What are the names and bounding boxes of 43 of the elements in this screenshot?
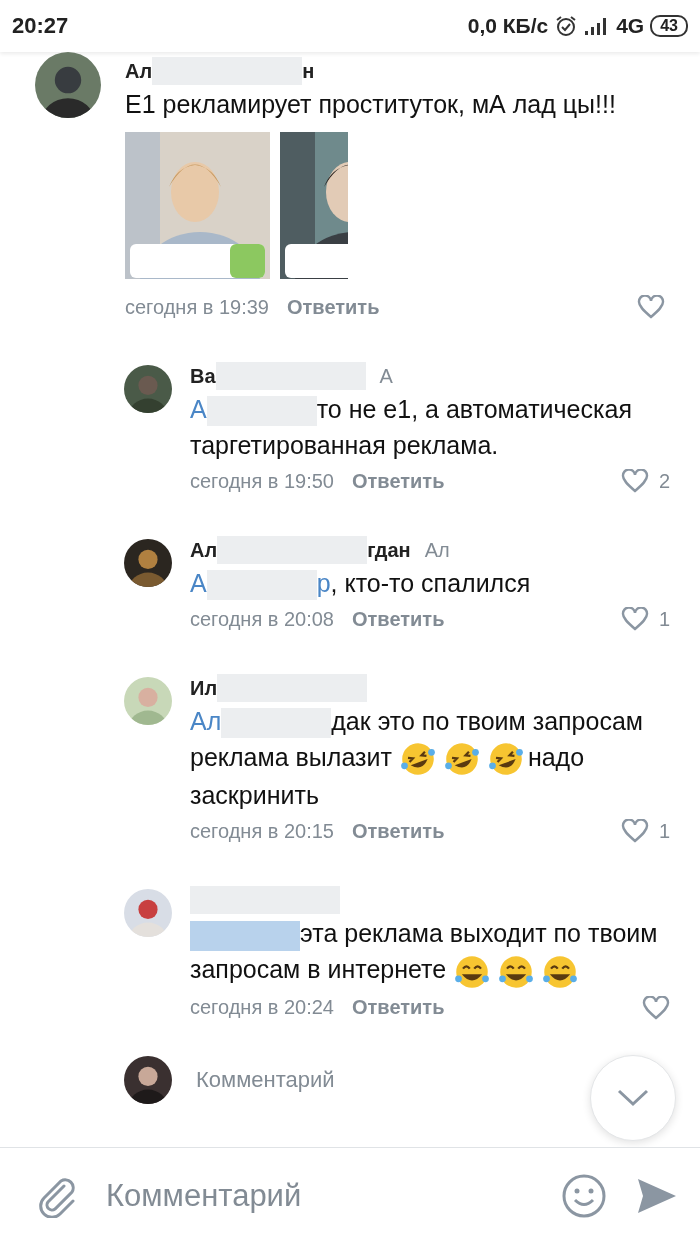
comment-text: эта реклама выходит по твоим запросам в интернете xyxy=(190,915,670,990)
author-name[interactable]: Ил xyxy=(190,676,218,700)
author-name[interactable]: н xyxy=(302,59,315,83)
comment-time: сегодня в 20:24 xyxy=(190,996,334,1020)
mention-link[interactable]: А xyxy=(190,395,207,423)
reply-link[interactable]: Ответить xyxy=(348,819,449,843)
clock-time: 20:27 xyxy=(12,13,69,39)
comment-time: сегодня в 19:50 xyxy=(190,469,334,493)
reply-to-name[interactable]: Ал xyxy=(424,538,450,562)
reply-link[interactable]: Ответить xyxy=(348,607,449,631)
network-type: 4G xyxy=(616,14,645,38)
mention-link[interactable]: А xyxy=(190,569,207,597)
like-button[interactable] xyxy=(637,295,665,319)
laughing-emoji-icon xyxy=(542,953,579,990)
laughing-emoji-icon xyxy=(498,953,535,990)
like-button[interactable] xyxy=(642,995,670,1020)
comment-time: сегодня в 20:15 xyxy=(190,819,334,843)
mention-link[interactable]: Ал xyxy=(190,707,222,735)
author-name[interactable]: Ва xyxy=(190,364,216,388)
comment-time: сегодня в 19:39 xyxy=(125,295,269,319)
laughing-emoji-icon xyxy=(443,741,480,778)
comment-text: Е1 рекламирует проституток, мА лад цы!!! xyxy=(125,89,617,120)
comment-text: А р, кто-то спалился xyxy=(190,565,670,601)
author-name[interactable]: гдан xyxy=(367,538,411,562)
reply-link[interactable]: Ответить xyxy=(348,469,449,493)
laughing-emoji-icon xyxy=(487,741,524,778)
comment-field[interactable]: Комментарий xyxy=(194,1065,498,1094)
reply-link[interactable]: Ответить xyxy=(283,295,384,319)
author-name[interactable]: Ал xyxy=(125,59,153,83)
reply-link[interactable]: Ответить xyxy=(348,996,449,1020)
comment-text: А то не е1, а автоматическая таргетированная реклама. xyxy=(190,394,633,461)
message-field[interactable]: Комментарий xyxy=(104,1177,534,1215)
chevron-down-icon xyxy=(616,1088,650,1108)
comment-text: Ал дак это по твоим запросам реклама вылазит надо заскринить xyxy=(190,706,644,812)
laughing-emoji-icon xyxy=(454,953,491,990)
mention-link[interactable]: р xyxy=(316,569,331,597)
reply-to-name[interactable]: А xyxy=(379,364,393,388)
laughing-emoji-icon xyxy=(399,741,436,778)
emoji-icon[interactable] xyxy=(560,1172,608,1220)
network-speed: 0,0 КБ/с xyxy=(467,14,549,38)
comment-time: сегодня в 20:08 xyxy=(190,607,334,631)
author-name[interactable]: Ал xyxy=(190,538,218,562)
battery-indicator: 43 xyxy=(650,15,688,37)
